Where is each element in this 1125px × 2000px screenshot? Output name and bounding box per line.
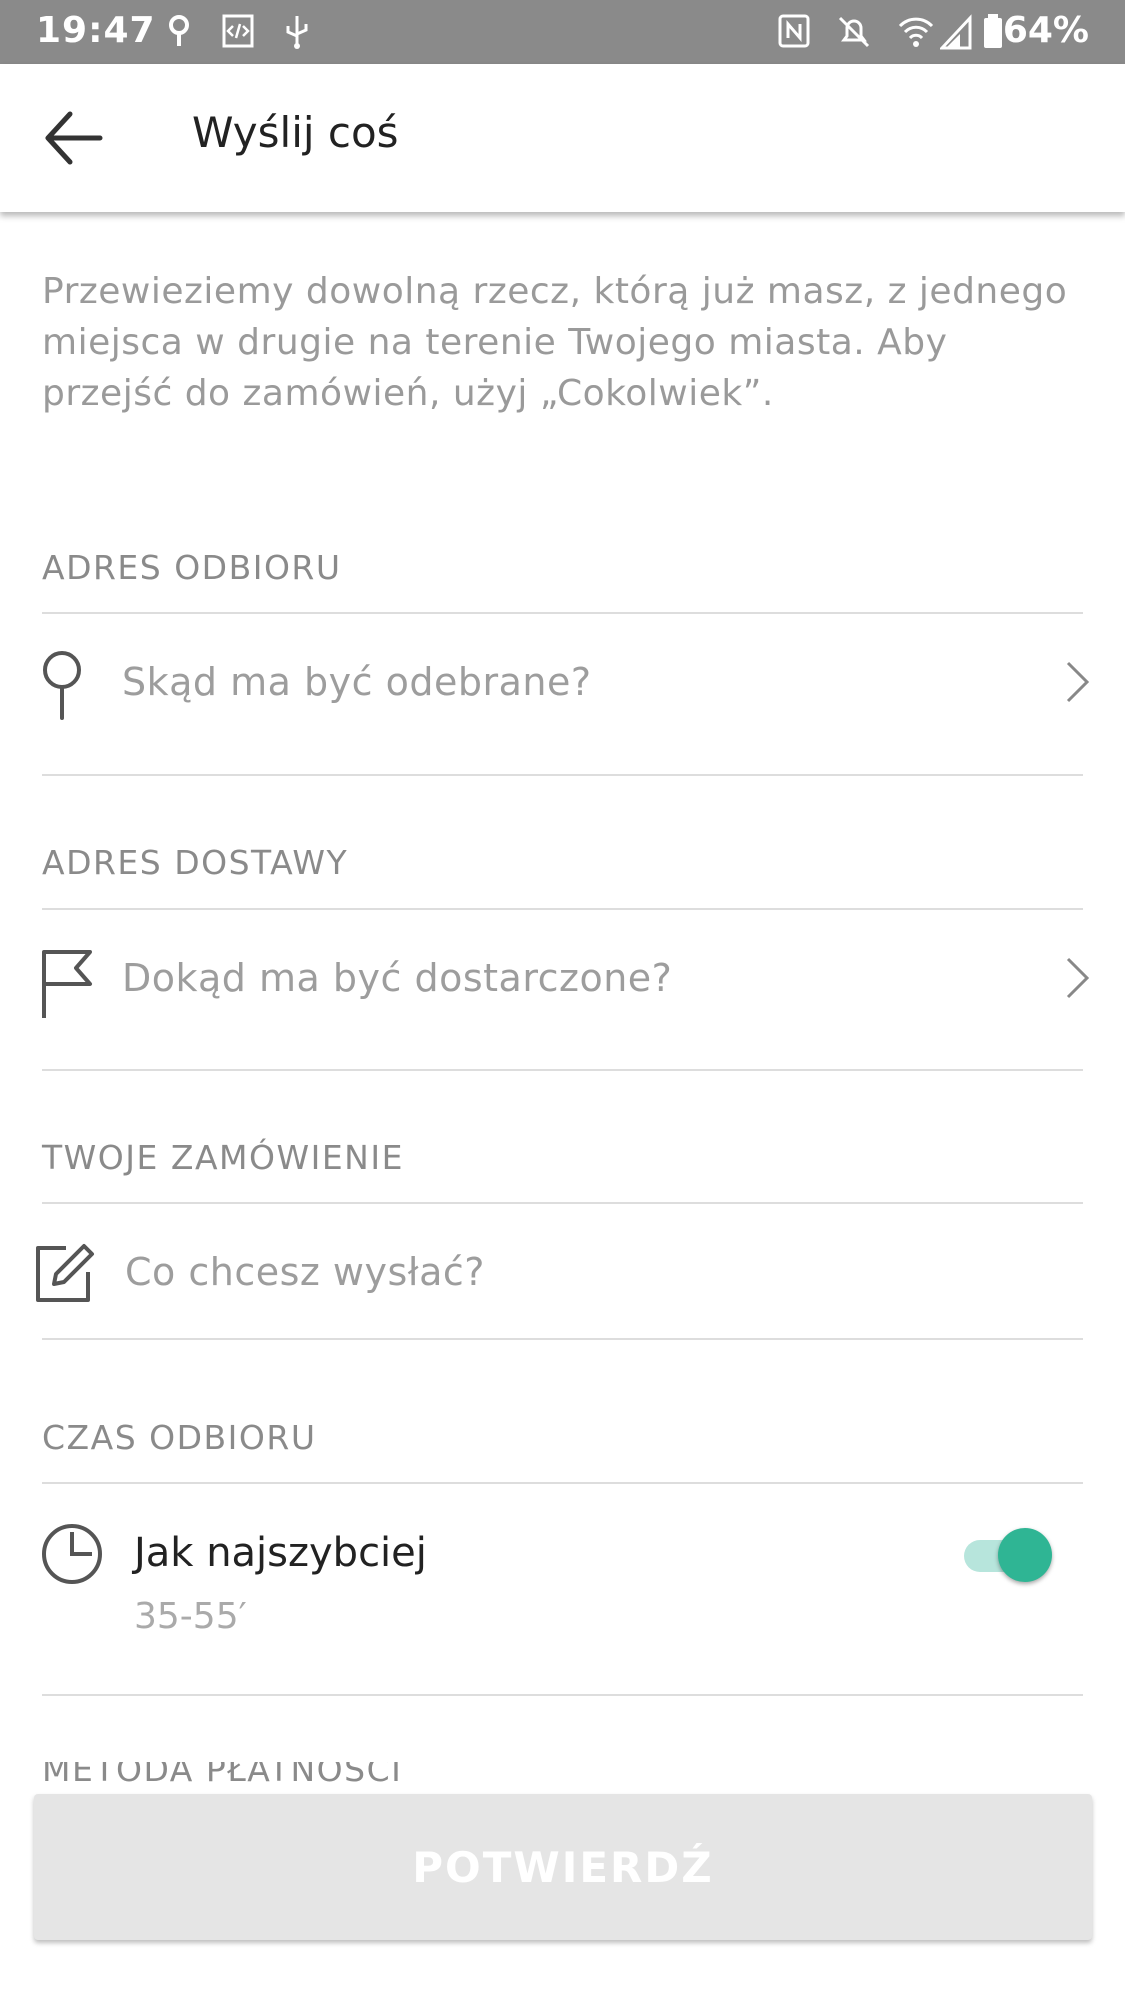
- confirm-button[interactable]: POTWIERDŹ: [34, 1794, 1092, 1940]
- wifi-icon: [898, 17, 934, 47]
- pickup-time-label: CZAS ODBIORU: [42, 1418, 317, 1457]
- status-time: 19:47: [36, 10, 156, 51]
- pickup-time-estimate: 35-55′: [134, 1596, 247, 1637]
- pickup-address-label: ADRES ODBIORU: [42, 548, 342, 587]
- pickup-address-row[interactable]: Skąd ma być odebrane?: [0, 614, 1125, 774]
- battery-percentage: 64%: [1002, 10, 1089, 51]
- chevron-right-icon: [1066, 661, 1090, 703]
- delivery-address-label: ADRES DOSTAWY: [42, 843, 349, 882]
- bell-off-icon: [838, 16, 870, 48]
- toggle-thumb: [998, 1528, 1052, 1582]
- clock-icon: [42, 1524, 102, 1584]
- intro-text: Przewieziemy dowolną rzecz, którą już ma…: [42, 271, 1068, 414]
- code-icon: [222, 14, 254, 48]
- divider: [42, 1694, 1083, 1696]
- payment-method-label: METODA PŁATNOŚCI: [42, 1762, 403, 1784]
- order-input-placeholder: Co chcesz wysłać?: [125, 1250, 485, 1294]
- divider: [42, 1338, 1083, 1340]
- usb-icon: [286, 16, 308, 49]
- pickup-time-option: Jak najszybciej: [134, 1530, 427, 1576]
- edit-icon: [36, 1244, 94, 1302]
- pin-icon: [43, 651, 81, 720]
- chevron-right-icon: [1066, 957, 1090, 999]
- order-input-row[interactable]: Co chcesz wysłać?: [0, 1204, 1125, 1338]
- signal-icon: [940, 14, 972, 50]
- pickup-address-placeholder: Skąd ma być odebrane?: [122, 660, 592, 704]
- order-label: TWOJE ZAMÓWIENIE: [42, 1138, 404, 1177]
- nfc-icon: [778, 14, 810, 48]
- flag-icon: [42, 950, 92, 1018]
- page-title: Wyślij coś: [192, 108, 399, 157]
- asap-toggle[interactable]: [962, 1528, 1054, 1582]
- delivery-address-row[interactable]: Dokąd ma być dostarczone?: [0, 910, 1125, 1070]
- divider: [42, 1069, 1083, 1071]
- divider: [42, 1482, 1083, 1484]
- app-bar: Wyślij coś: [0, 64, 1125, 212]
- battery-icon: [984, 14, 1002, 48]
- back-arrow-icon[interactable]: [40, 108, 108, 168]
- delivery-address-placeholder: Dokąd ma być dostarczone?: [122, 956, 673, 1000]
- location-icon: [169, 15, 189, 46]
- divider: [42, 774, 1083, 776]
- status-bar: 19:47 64%: [0, 0, 1125, 64]
